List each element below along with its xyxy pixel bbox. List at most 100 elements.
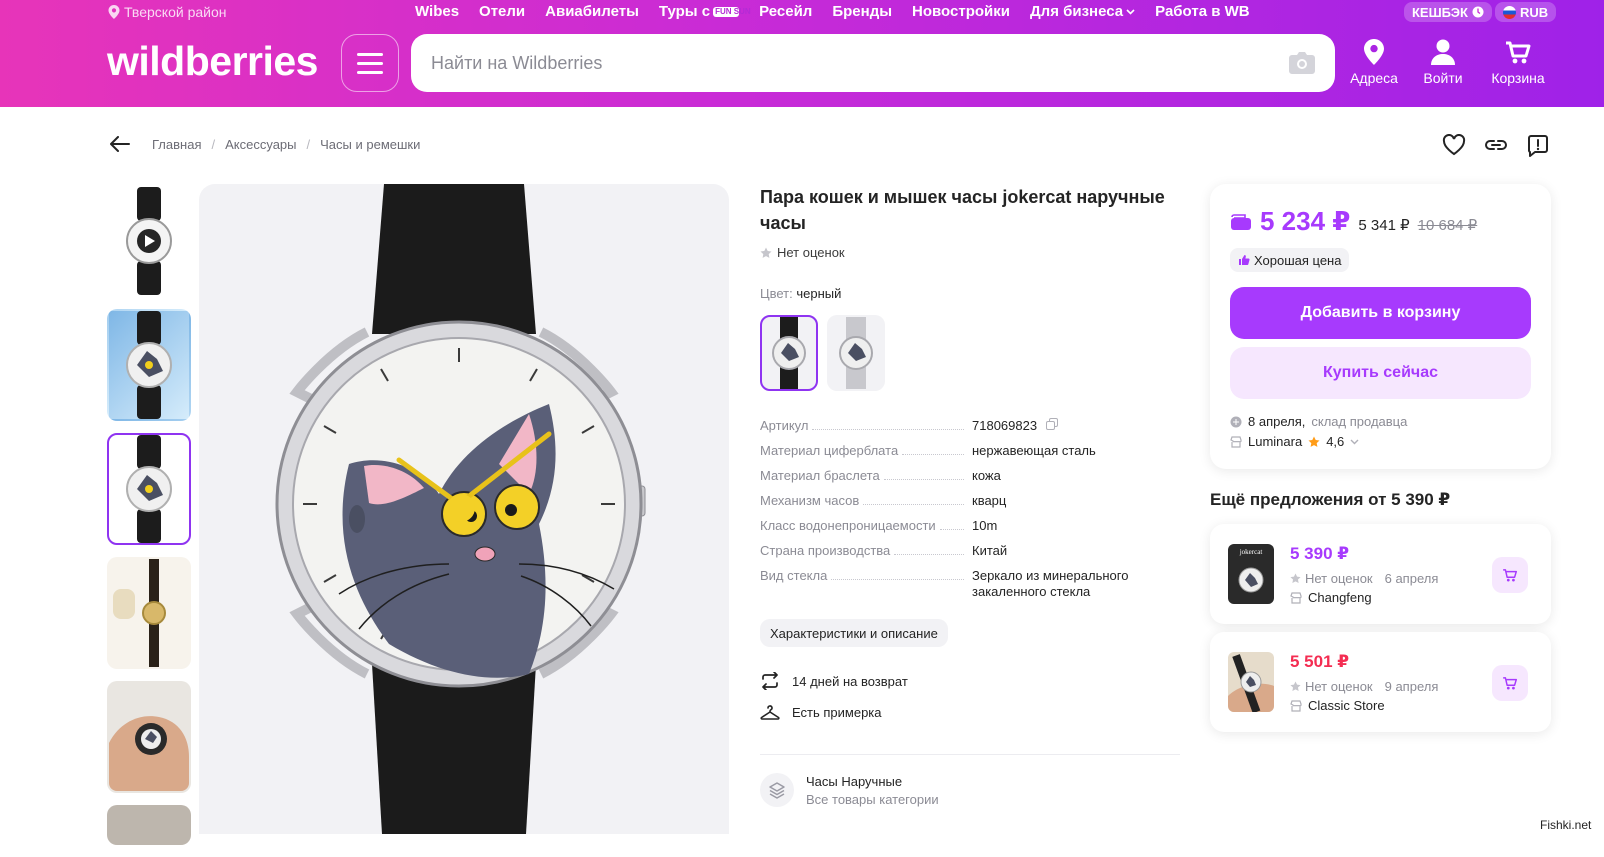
menu-button[interactable] xyxy=(341,34,399,92)
location-link[interactable]: Тверской район xyxy=(108,4,226,20)
thumbnail-4[interactable] xyxy=(107,557,191,669)
category-link[interactable]: Часы Наручные Все товары категории xyxy=(760,754,1180,807)
category-subtitle: Все товары категории xyxy=(806,791,939,807)
offer-image xyxy=(1228,652,1274,712)
nav-resale[interactable]: Ресейл xyxy=(759,3,812,20)
link-icon[interactable] xyxy=(1484,134,1508,156)
login-button[interactable]: Войти xyxy=(1410,38,1476,86)
wallet-icon xyxy=(1231,213,1251,230)
chevron-down-icon xyxy=(1350,439,1359,444)
offer-seller-name: Changfeng xyxy=(1308,590,1372,605)
spec-key: Механизм часов xyxy=(760,493,860,508)
delivery-source: склад продавца xyxy=(1311,414,1408,429)
nav-flights[interactable]: Авиабилеты xyxy=(545,3,639,20)
product-rating[interactable]: Нет оценок xyxy=(760,245,845,260)
nav-business[interactable]: Для бизнеса xyxy=(1030,3,1135,20)
rating-text: Нет оценок xyxy=(777,245,845,260)
addresses-button[interactable]: Адреса xyxy=(1341,38,1407,86)
spec-value: Китай xyxy=(972,543,1008,558)
breadcrumb-separator: / xyxy=(211,136,216,152)
color-line: Цвет: черный xyxy=(760,286,841,301)
offer-date: 9 апреля xyxy=(1384,679,1439,694)
thumbnail-3-selected[interactable] xyxy=(107,433,191,545)
offer-card[interactable]: 5 501 ₽ Нет оценок 9 апреля Classic Stor… xyxy=(1210,632,1551,732)
spec-value: нержавеющая сталь xyxy=(972,443,1096,458)
good-price-badge[interactable]: Хорошая цена xyxy=(1230,248,1350,272)
shop-icon xyxy=(1290,699,1302,712)
buy-now-button[interactable]: Купить сейчас xyxy=(1230,347,1531,399)
price-main: 5 234 ₽ xyxy=(1260,206,1351,236)
offer-card[interactable]: jokercat 5 390 ₽ Нет оценок 6 апреля Cha… xyxy=(1210,524,1551,624)
hanger-icon xyxy=(760,705,780,720)
product-actions xyxy=(1442,134,1550,158)
thumbnail-2[interactable] xyxy=(107,309,191,421)
menu-line xyxy=(357,70,383,74)
watermark: Fishki.net xyxy=(1540,818,1592,832)
shop-icon xyxy=(1290,591,1302,604)
delivery-info: 8 апреля, склад продавца xyxy=(1230,414,1407,429)
offer-image: jokercat xyxy=(1228,544,1274,604)
price-card: 5 234 ₽ 5 341 ₽ 10 684 ₽ Хорошая цена До… xyxy=(1210,184,1551,469)
seller-info[interactable]: Luminara 4,6 xyxy=(1230,434,1359,449)
nav-new-buildings[interactable]: Новостройки xyxy=(912,3,1010,20)
offer-price: 5 501 ₽ xyxy=(1290,652,1350,671)
cart-icon xyxy=(1503,677,1518,690)
thumbnail-6[interactable] xyxy=(107,805,191,845)
nav-tours[interactable]: Туры с FUN SUN xyxy=(659,3,751,20)
heart-icon[interactable] xyxy=(1442,134,1466,156)
star-icon xyxy=(1290,573,1301,583)
swatch-black[interactable] xyxy=(760,315,818,391)
menu-line xyxy=(357,61,383,65)
currency-button[interactable]: RUB xyxy=(1495,2,1557,22)
spec-row: Вид стекла Зеркало из минерального закал… xyxy=(760,568,1180,600)
specs-table: Артикул 718069823 Материал циферблата не… xyxy=(760,418,1180,609)
swatch-silver[interactable] xyxy=(827,315,885,391)
spec-row: Материал браслета кожа xyxy=(760,468,1180,484)
breadcrumb-accessories[interactable]: Аксессуары xyxy=(225,137,296,152)
camera-icon[interactable] xyxy=(1289,52,1315,74)
spec-row: Страна производства Китай xyxy=(760,543,1180,559)
russia-flag-icon xyxy=(1503,5,1516,19)
chevron-down-icon xyxy=(1126,8,1135,15)
nav-business-label: Для бизнеса xyxy=(1029,3,1124,20)
offer-cart-button[interactable] xyxy=(1492,665,1528,701)
copy-icon[interactable] xyxy=(1045,418,1058,430)
cart-label: Корзина xyxy=(1491,70,1545,86)
nav-hotels[interactable]: Отели xyxy=(479,3,525,20)
add-to-cart-button[interactable]: Добавить в корзину xyxy=(1230,287,1531,339)
product-title: Пара кошек и мышек часы jokercat наручны… xyxy=(760,187,1165,233)
spec-value: Зеркало из минерального закаленного стек… xyxy=(972,568,1129,599)
watch-image xyxy=(126,435,172,543)
black-watch-image xyxy=(772,317,806,389)
main-product-image[interactable] xyxy=(199,184,729,834)
thumbnail-5[interactable] xyxy=(107,681,191,793)
color-label: Цвет: xyxy=(760,286,793,301)
search-input[interactable]: Найти на Wildberries xyxy=(431,53,1289,74)
funsun-logo: FUN SUN xyxy=(713,6,751,17)
nav-brands[interactable]: Бренды xyxy=(832,3,892,20)
category-icon xyxy=(760,773,794,807)
wildberries-logo[interactable]: wildberries xyxy=(107,38,318,85)
breadcrumb-home[interactable]: Главная xyxy=(152,137,201,152)
search-bar[interactable]: Найти на Wildberries xyxy=(411,34,1335,92)
breadcrumb-separator: / xyxy=(306,136,311,152)
cashback-button[interactable]: КЕШБЭК xyxy=(1404,2,1492,22)
shop-icon xyxy=(1230,435,1242,448)
nav-work[interactable]: Работа в WB xyxy=(1155,3,1249,20)
cart-button[interactable]: Корзина xyxy=(1485,38,1551,86)
cart-icon xyxy=(1506,41,1531,64)
spec-row: Класс водонепроницаемости 10m xyxy=(760,518,1180,534)
offer-seller-name: Classic Store xyxy=(1308,698,1385,713)
seller-name: Luminara xyxy=(1248,434,1303,449)
nav-wibes[interactable]: Wibes xyxy=(415,3,459,20)
good-price-text: Хорошая цена xyxy=(1254,252,1342,268)
characteristics-button[interactable]: Характеристики и описание xyxy=(760,619,948,647)
fitting-text: Есть примерка xyxy=(792,704,882,720)
thumbnail-video[interactable] xyxy=(107,185,191,297)
breadcrumb-watches[interactable]: Часы и ремешки xyxy=(320,137,420,152)
report-icon[interactable] xyxy=(1526,134,1550,158)
offer-cart-button[interactable] xyxy=(1492,557,1528,593)
spec-row: Материал циферблата нержавеющая сталь xyxy=(760,443,1180,459)
back-arrow-icon[interactable] xyxy=(110,136,130,152)
spec-key: Материал браслета xyxy=(760,468,880,483)
